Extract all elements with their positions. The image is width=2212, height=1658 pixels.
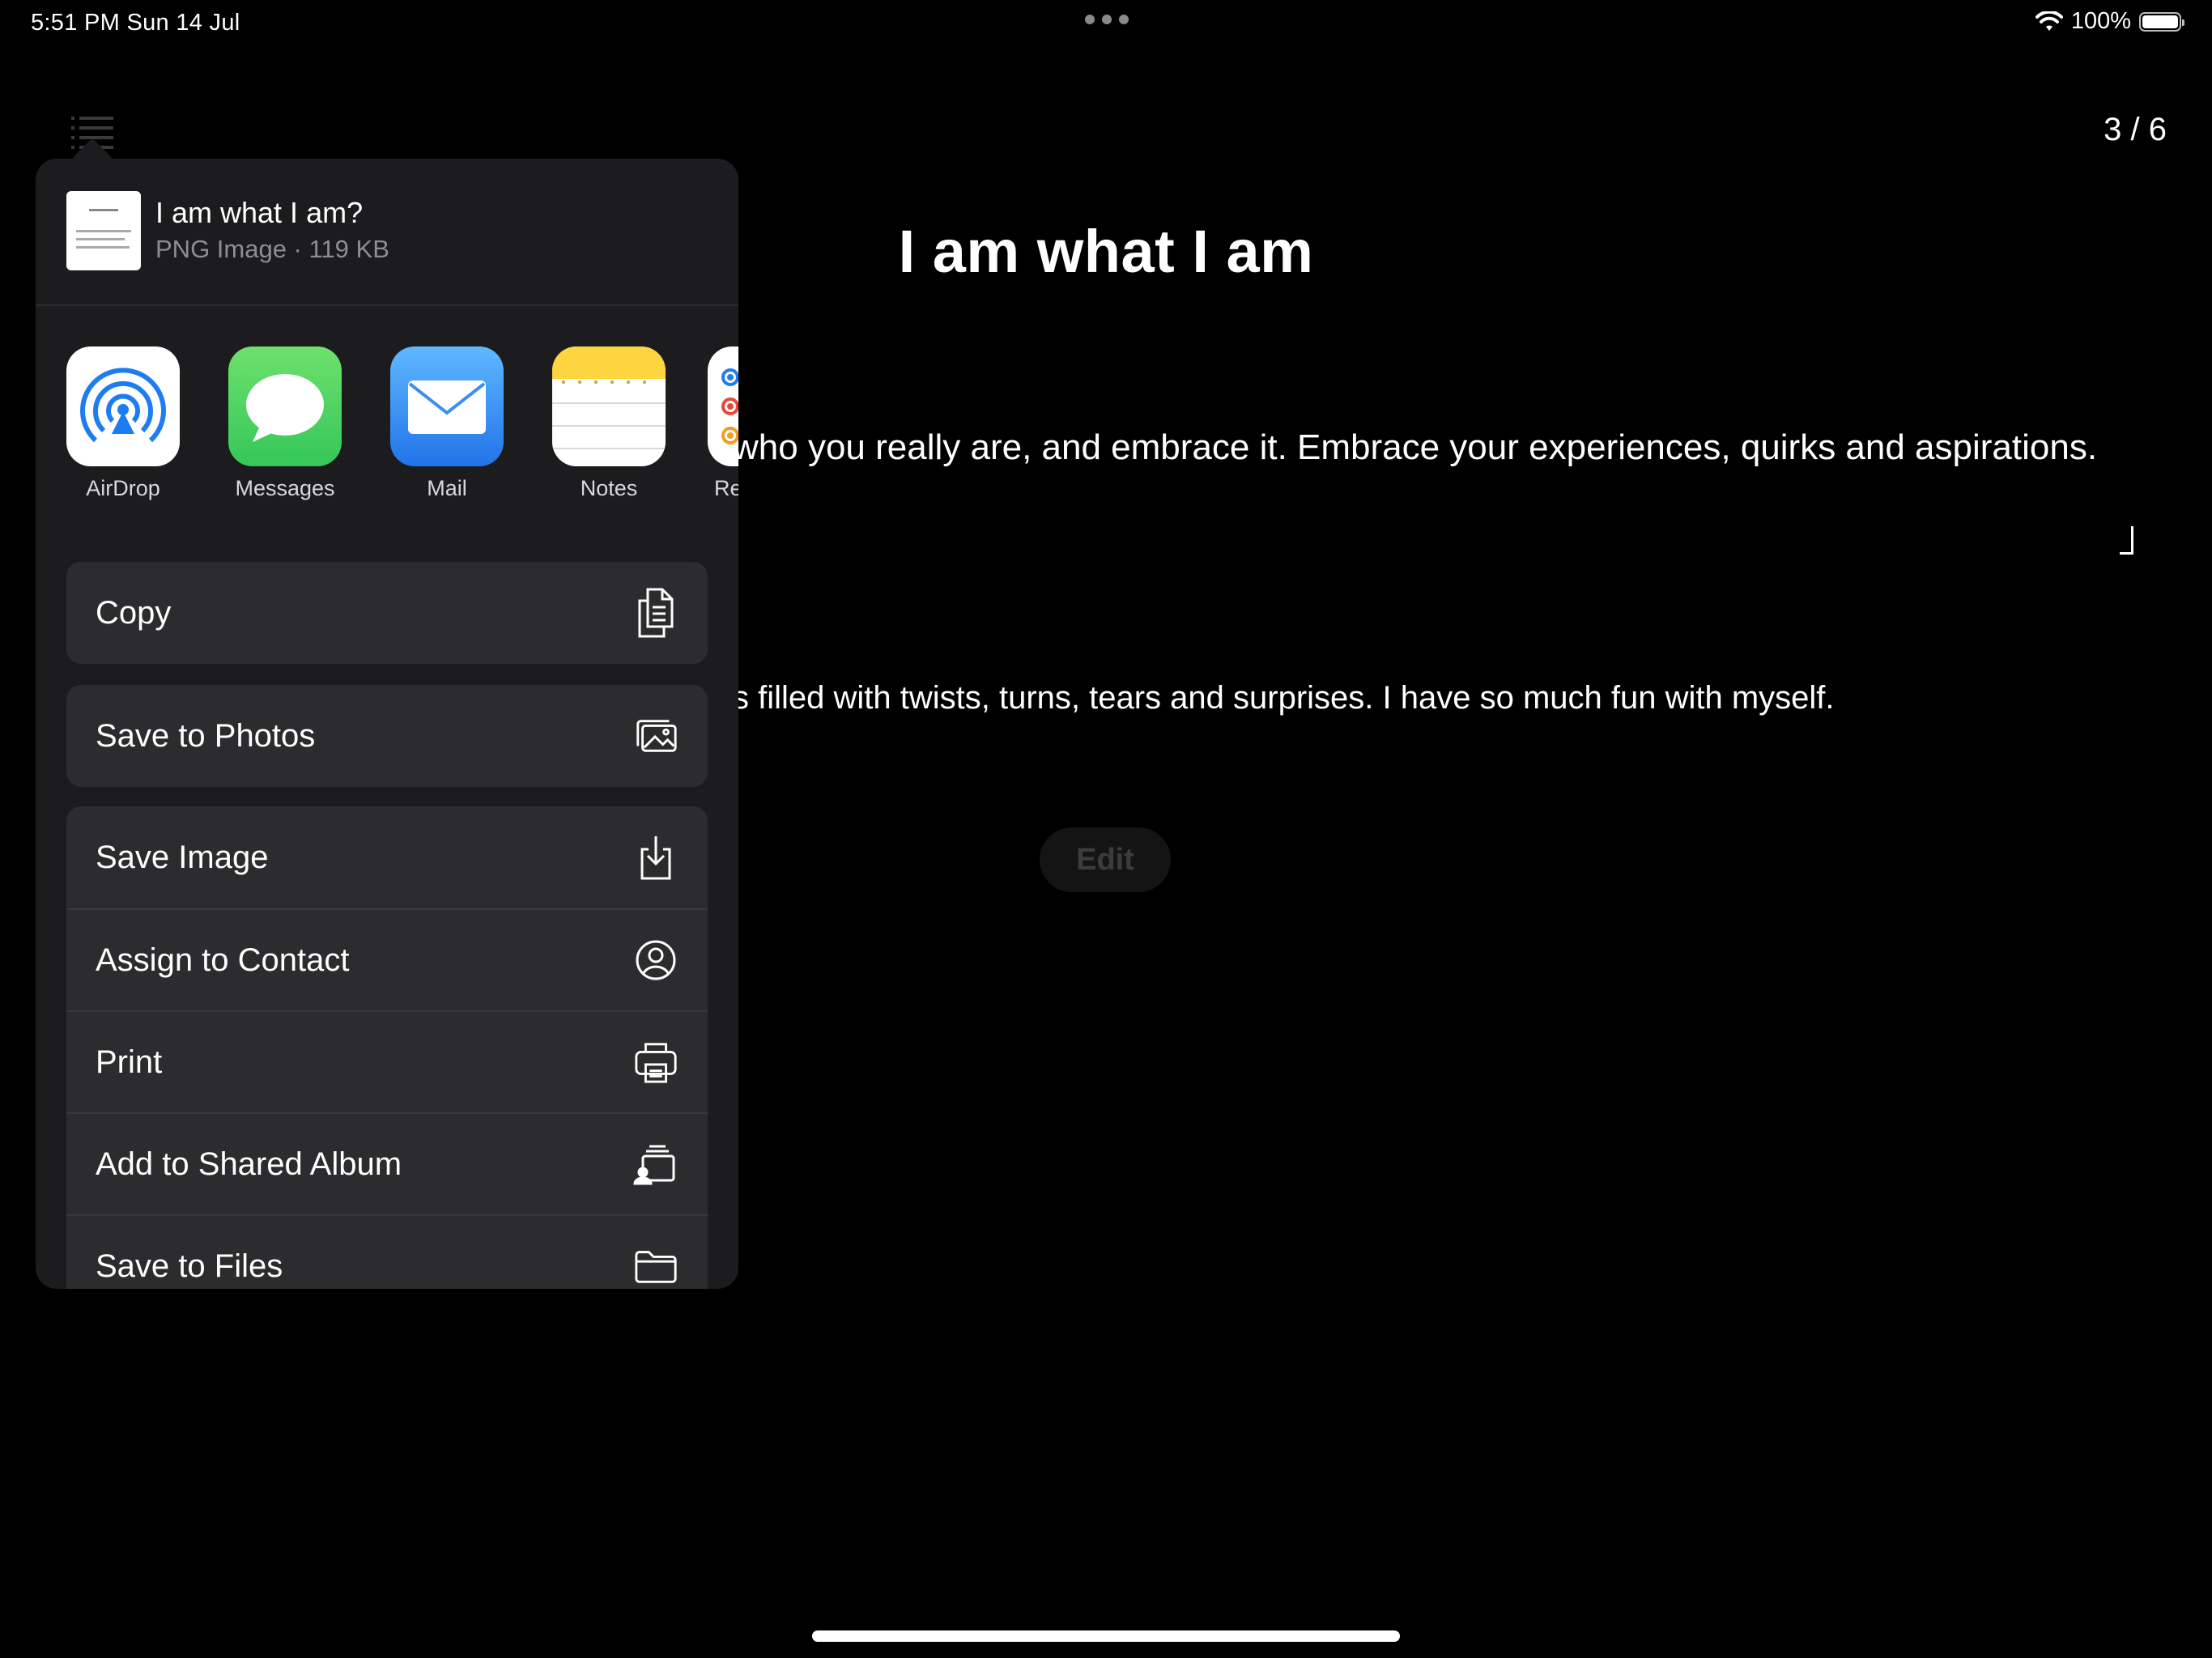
file-meta: PNG Image · 119 KB [155, 235, 389, 263]
action-label: Add to Shared Album [96, 1146, 402, 1182]
action-group-copy: Copy [66, 562, 708, 664]
page-indicator: 3 / 6 [2104, 112, 2167, 147]
action-label: Assign to Contact [96, 942, 350, 978]
assign-to-contact-action[interactable]: Assign to Contact [66, 908, 708, 1010]
status-time: 5:51 PM Sun 14 Jul [31, 10, 240, 36]
save-image-action[interactable]: Save Image [66, 806, 708, 908]
share-app-reminders[interactable]: Rer [708, 346, 738, 501]
battery-icon [2139, 11, 2184, 32]
share-app-notes[interactable]: Notes [552, 346, 666, 501]
airdrop-icon [66, 346, 180, 466]
home-indicator[interactable] [812, 1630, 1400, 1642]
reminders-icon [708, 346, 738, 466]
copy-icon [633, 588, 678, 638]
multitasking-dots-icon[interactable] [1085, 15, 1130, 29]
document-paragraph-1: who you really are, and embrace it. Embr… [733, 427, 2098, 467]
notes-icon [552, 346, 666, 466]
action-group-more: Save Image Assign to Contact Print Add t… [66, 806, 708, 1289]
copy-action[interactable]: Copy [66, 562, 708, 664]
save-to-photos-action[interactable]: Save to Photos [66, 685, 708, 787]
contact-icon [633, 937, 678, 983]
app-label: AirDrop [86, 476, 160, 500]
photos-icon [633, 713, 678, 759]
action-group-photos: Save to Photos [66, 685, 708, 787]
action-label: Save to Photos [96, 717, 316, 754]
print-icon [633, 1039, 678, 1085]
battery-percentage: 100% [2070, 8, 2131, 34]
edit-button[interactable]: Edit [1040, 827, 1171, 892]
action-label: Save to Files [96, 1248, 283, 1284]
corner-bracket [2120, 526, 2133, 555]
save-to-files-action[interactable]: Save to Files [66, 1214, 708, 1289]
file-thumbnail [66, 191, 141, 270]
share-sheet: I am what I am? PNG Image · 119 KB AirDr… [36, 159, 738, 1289]
file-name: I am what I am? [155, 196, 364, 229]
share-apps-row: AirDrop Messages Mail Notes Re [36, 346, 738, 500]
share-sheet-header: I am what I am? PNG Image · 119 KB [36, 159, 738, 306]
shared-album-icon [633, 1141, 678, 1187]
messages-icon [228, 346, 342, 466]
wifi-icon [2035, 11, 2063, 31]
folder-icon [633, 1244, 678, 1289]
action-label: Save Image [96, 839, 269, 875]
add-to-shared-album-action[interactable]: Add to Shared Album [66, 1112, 708, 1214]
action-label: Print [96, 1044, 163, 1080]
app-label: Notes [580, 476, 638, 500]
app-label: Rer [714, 476, 738, 500]
share-app-messages[interactable]: Messages [228, 346, 342, 501]
mail-icon [390, 346, 504, 466]
action-label: Copy [96, 594, 172, 631]
document-paragraph-2: s filled with twists, turns, tears and s… [733, 680, 1835, 716]
status-right: 100% [2035, 8, 2184, 35]
print-action[interactable]: Print [66, 1010, 708, 1112]
share-app-mail[interactable]: Mail [390, 346, 504, 501]
app-label: Mail [427, 476, 467, 500]
save-image-icon [633, 835, 678, 880]
share-app-airdrop[interactable]: AirDrop [66, 346, 180, 501]
app-label: Messages [235, 476, 335, 500]
